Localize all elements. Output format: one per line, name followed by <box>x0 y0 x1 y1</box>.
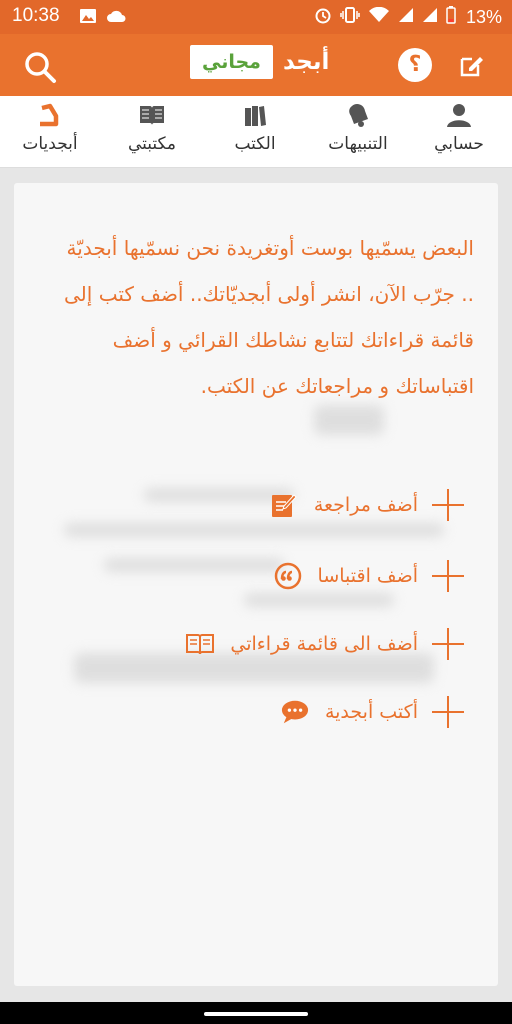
status-right-icons: 13% <box>314 6 502 29</box>
search-icon <box>25 52 56 83</box>
add-review-action[interactable]: أضف مراجعة <box>270 489 464 521</box>
battery-percent: 13% <box>465 7 502 27</box>
alarm-icon <box>314 6 332 29</box>
blurred-background <box>64 523 444 537</box>
plus-icon <box>432 696 464 728</box>
action-label: أضف اقتباسا <box>317 565 418 587</box>
app-bar: مجاني أبجد ؟ <box>0 34 512 96</box>
signal-icon <box>422 7 438 28</box>
tab-abjadiyat[interactable]: أبجديات <box>0 96 100 168</box>
add-quote-action[interactable]: أضف اقتباسا <box>274 560 464 592</box>
app-logo[interactable]: مجاني أبجد <box>190 45 329 79</box>
image-icon <box>80 8 96 27</box>
action-label: أضف مراجعة <box>313 494 418 516</box>
status-time: 10:38 <box>12 5 60 26</box>
user-icon <box>446 100 472 130</box>
tab-notifications[interactable]: التنبيهات <box>308 96 408 168</box>
abjadiyat-empty-card: البعض يسمّيها بوست أوتغريدة نحن نسمّيها … <box>14 183 498 986</box>
plus-icon <box>432 489 464 521</box>
free-badge: مجاني <box>190 45 273 79</box>
help-button[interactable]: ؟ <box>398 48 432 82</box>
compose-icon <box>460 57 483 77</box>
tab-label: التنبيهات <box>328 134 388 154</box>
tab-label: حسابي <box>434 134 484 154</box>
search-button[interactable] <box>20 47 60 87</box>
tab-label: الكتب <box>234 134 276 154</box>
blurred-background <box>314 405 384 435</box>
write-abjadiya-action[interactable]: أكتب أبجدية <box>281 696 464 728</box>
plus-icon <box>432 560 464 592</box>
books-icon <box>243 100 267 130</box>
app-name: أبجد <box>282 49 330 75</box>
tab-bar: حسابي التنبيهات الكتب مكتبتي أبجديات <box>0 96 512 168</box>
blurred-background <box>244 593 394 607</box>
system-nav-bar <box>0 1002 512 1024</box>
action-label: أضف الى قائمة قراءاتي <box>230 633 418 655</box>
signal-icon <box>398 7 414 28</box>
home-gesture-handle[interactable] <box>204 1012 308 1016</box>
help-icon: ؟ <box>408 52 422 77</box>
cloud-icon <box>106 8 126 27</box>
tab-my-account[interactable]: حسابي <box>409 96 509 168</box>
edit-icon <box>270 491 298 519</box>
plus-icon <box>432 628 464 660</box>
vibrate-icon <box>340 7 360 28</box>
reading-list-icon <box>186 630 215 658</box>
tab-label: مكتبتي <box>127 134 177 154</box>
blurred-background <box>104 558 284 572</box>
tab-label: أبجديات <box>22 134 78 154</box>
quote-icon <box>274 562 302 590</box>
intro-text: البعض يسمّيها بوست أوتغريدة نحن نسمّيها … <box>64 236 474 398</box>
status-left-icons <box>80 8 126 27</box>
status-bar: 10:38 13% <box>0 0 512 34</box>
bell-icon <box>346 100 370 130</box>
tab-books[interactable]: الكتب <box>205 96 305 168</box>
open-book-icon <box>139 100 165 130</box>
compose-button[interactable] <box>458 51 486 79</box>
abjad-logo-icon <box>38 100 62 130</box>
chat-bubble-icon <box>281 698 309 726</box>
action-label: أكتب أبجدية <box>324 701 418 723</box>
battery-low-icon <box>446 6 456 29</box>
wifi-icon <box>368 6 390 28</box>
tab-my-library[interactable]: مكتبتي <box>102 96 202 168</box>
add-to-reading-list-action[interactable]: أضف الى قائمة قراءاتي <box>186 628 464 660</box>
